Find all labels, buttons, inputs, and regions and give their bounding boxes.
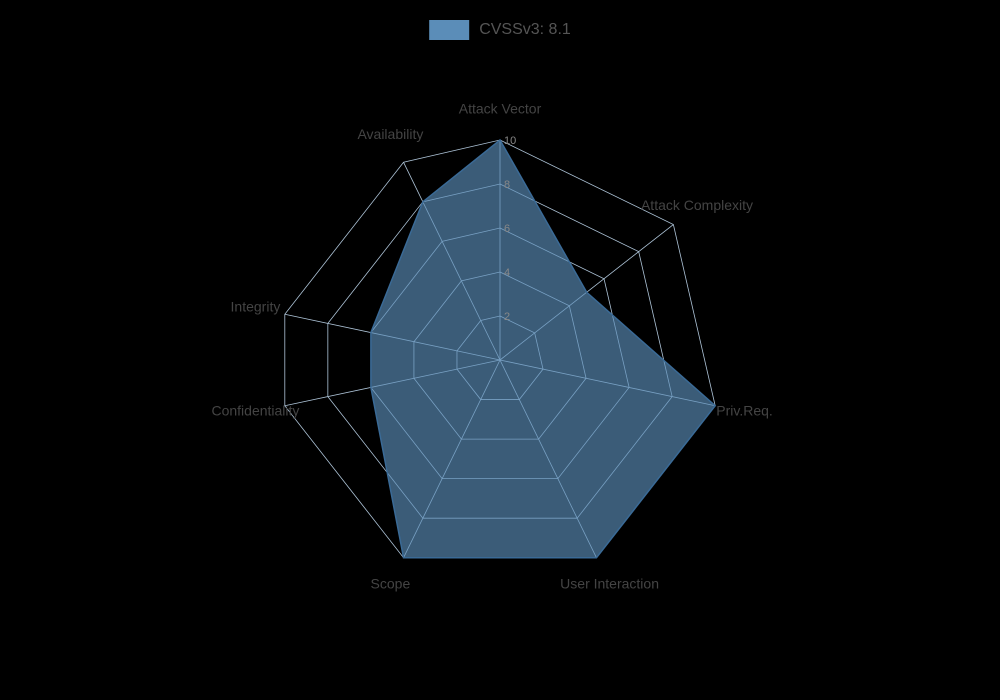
svg-text:4: 4 [504,267,510,279]
chart-container: 2 4 6 8 10 Attack Vector Attack Complexity Priv… [0,0,1000,700]
svg-text:Confidentiality: Confidentiality [211,403,299,419]
svg-text:10: 10 [504,135,516,147]
svg-text:Priv.Req.: Priv.Req. [716,403,773,419]
svg-text:Integrity: Integrity [231,299,281,315]
svg-text:User Interaction: User Interaction [560,575,659,591]
legend-color-box [429,20,469,40]
legend: CVSSv3: 8.1 [429,20,571,40]
svg-text:8: 8 [504,179,510,191]
svg-text:6: 6 [504,223,510,235]
svg-text:Attack Vector: Attack Vector [459,101,542,117]
svg-text:2: 2 [504,311,510,323]
legend-label: CVSSv3: 8.1 [479,21,571,39]
svg-text:Availability: Availability [357,126,423,142]
radar-chart: 2 4 6 8 10 Attack Vector Attack Complexity Priv… [0,0,1000,700]
svg-text:Attack Complexity: Attack Complexity [641,197,753,213]
svg-text:Scope: Scope [371,575,411,591]
